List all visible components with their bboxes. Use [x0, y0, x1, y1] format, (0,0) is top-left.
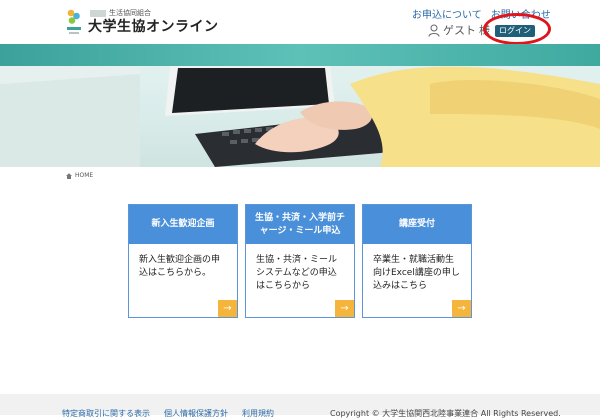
footer-links: 特定商取引に関する表示 個人情報保護方針 利用規約: [62, 408, 274, 419]
site-header: 生活協同組合 大学生協オンライン お申込について お問い合わせ ゲスト 様 ログ…: [0, 0, 600, 45]
keyboard-typing-illustration: [0, 66, 600, 167]
top-links: お申込について お問い合わせ: [412, 6, 551, 21]
card-description: 生協・共済・ミールシステムなどの申込はこちらから: [256, 255, 338, 291]
footer-link-privacy[interactable]: 個人情報保護方針: [164, 408, 228, 419]
contact-link[interactable]: お問い合わせ: [491, 6, 551, 21]
arrow-right-icon[interactable]: →: [218, 300, 237, 317]
arrow-right-icon[interactable]: →: [452, 300, 471, 317]
home-icon[interactable]: [66, 172, 72, 179]
site-title[interactable]: 大学生協オンライン: [88, 16, 219, 36]
card-title[interactable]: 生協・共済・入学前チャージ・ミール申込: [246, 205, 354, 244]
arrow-right-icon[interactable]: →: [335, 300, 354, 317]
card-title[interactable]: 新入生歓迎企画: [129, 205, 237, 244]
card-title[interactable]: 講座受付: [363, 205, 471, 244]
card-description: 新入生歓迎企画の申込はこちらから。: [139, 255, 221, 278]
card-course-registration[interactable]: 講座受付 卒業生・就職活動生向けExcel講座の申し込みはこちら →: [362, 204, 472, 318]
footer-link-terms[interactable]: 利用規約: [242, 408, 274, 419]
user-area: ゲスト 様: [428, 22, 490, 38]
login-button[interactable]: ログイン: [495, 25, 535, 37]
copyright: Copyright © 大学生協関西北陸事業連合 All Rights Rese…: [330, 409, 561, 418]
hero-banner: [0, 44, 600, 167]
user-icon: [428, 24, 440, 37]
guest-label: ゲスト: [443, 24, 476, 37]
guest-suffix: 様: [479, 24, 490, 37]
card-coop-membership[interactable]: 生協・共済・入学前チャージ・ミール申込 生協・共済・ミールシステムなどの申込はこ…: [245, 204, 355, 318]
card-freshman-welcome[interactable]: 新入生歓迎企画 新入生歓迎企画の申込はこちらから。 →: [128, 204, 238, 318]
order-info-link[interactable]: お申込について: [412, 6, 482, 21]
footer-link-commerce-law[interactable]: 特定商取引に関する表示: [62, 408, 150, 419]
breadcrumb-home[interactable]: HOME: [75, 172, 93, 179]
card-description: 卒業生・就職活動生向けExcel講座の申し込みはこちら: [373, 255, 460, 291]
univ-coop-logo-icon[interactable]: [66, 8, 82, 38]
breadcrumb: HOME: [66, 172, 93, 179]
